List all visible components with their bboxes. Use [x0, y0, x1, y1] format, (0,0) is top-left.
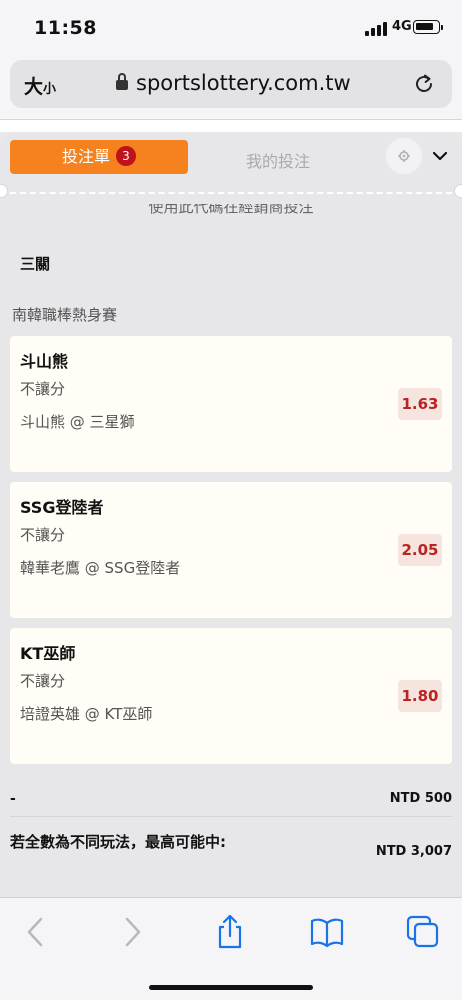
home-indicator — [149, 985, 313, 990]
address-bar-area: 大小 sportslottery.com.tw — [0, 52, 462, 120]
network-type: 4G — [392, 19, 412, 34]
url-domain[interactable]: sportslottery.com.tw — [136, 71, 351, 95]
reload-icon[interactable] — [412, 72, 436, 96]
dealer-code-hint: 使用此代碼在經銷商投注 — [148, 204, 314, 216]
selection-odds[interactable]: 1.80 — [398, 680, 442, 712]
settings-button[interactable] — [386, 138, 422, 174]
summary-divider — [10, 816, 452, 817]
selection-market: 不讓分 — [20, 672, 66, 690]
share-icon[interactable] — [210, 912, 250, 952]
stake-label: - — [10, 791, 16, 807]
back-icon[interactable] — [16, 912, 56, 952]
selection-card[interactable]: SSG登陸者 不讓分 韓華老鷹 @ SSG登陸者 2.05 — [10, 482, 452, 618]
selection-market: 不讓分 — [20, 380, 66, 398]
stake-value: NTD 500 — [389, 791, 452, 806]
max-win-value: NTD 3,007 — [375, 844, 452, 859]
ticket-divider — [10, 192, 452, 194]
gear-icon — [398, 150, 410, 162]
betslip-panel: 投注單 3 我的投注 使用此代碼在經銷商投注 三關 南韓職棒熱身賽 斗山熊 不讓分… — [0, 132, 462, 897]
selection-match: 韓華老鷹 @ SSG登陸者 — [20, 559, 181, 577]
signal-icon — [365, 22, 387, 36]
tab-my-bets[interactable]: 我的投注 — [246, 148, 310, 172]
chevron-down-icon[interactable] — [432, 148, 448, 164]
selection-odds[interactable]: 1.63 — [398, 388, 442, 420]
selection-match: 培證英雄 @ KT巫師 — [20, 705, 153, 723]
tab-betslip[interactable]: 投注單 3 — [10, 140, 188, 174]
tabs-icon[interactable] — [403, 912, 443, 952]
lock-icon — [116, 73, 128, 91]
selection-team: KT巫師 — [20, 644, 76, 663]
league-name: 南韓職棒熱身賽 — [12, 306, 118, 324]
battery-icon — [413, 20, 443, 34]
selection-card[interactable]: 斗山熊 不讓分 斗山熊 @ 三星獅 1.63 — [10, 336, 452, 472]
max-win-label: 若全數為不同玩法，最高可能中: — [10, 833, 227, 851]
tab-betslip-label: 投注單 — [61, 147, 110, 166]
selection-team: SSG登陸者 — [20, 498, 104, 517]
selection-market: 不讓分 — [20, 526, 66, 544]
selection-team: 斗山熊 — [20, 352, 69, 371]
status-bar: 11:58 4G — [0, 0, 462, 52]
ticket-notch-left — [0, 184, 8, 198]
address-bar[interactable]: 大小 sportslottery.com.tw — [10, 60, 452, 108]
forward-icon[interactable] — [112, 912, 152, 952]
text-size-large: 大 — [24, 76, 44, 98]
text-size-button[interactable]: 大小 — [24, 72, 56, 99]
text-size-small: 小 — [43, 82, 57, 97]
ticket-notch-right — [454, 184, 462, 198]
selection-match: 斗山熊 @ 三星獅 — [20, 413, 135, 431]
page-gutter — [0, 120, 462, 132]
betslip-count-badge: 3 — [116, 146, 136, 166]
bookmarks-icon[interactable] — [307, 912, 347, 952]
status-time: 11:58 — [34, 17, 97, 39]
parlay-type: 三關 — [20, 255, 51, 273]
selection-card[interactable]: KT巫師 不讓分 培證英雄 @ KT巫師 1.80 — [10, 628, 452, 764]
selection-odds[interactable]: 2.05 — [398, 534, 442, 566]
